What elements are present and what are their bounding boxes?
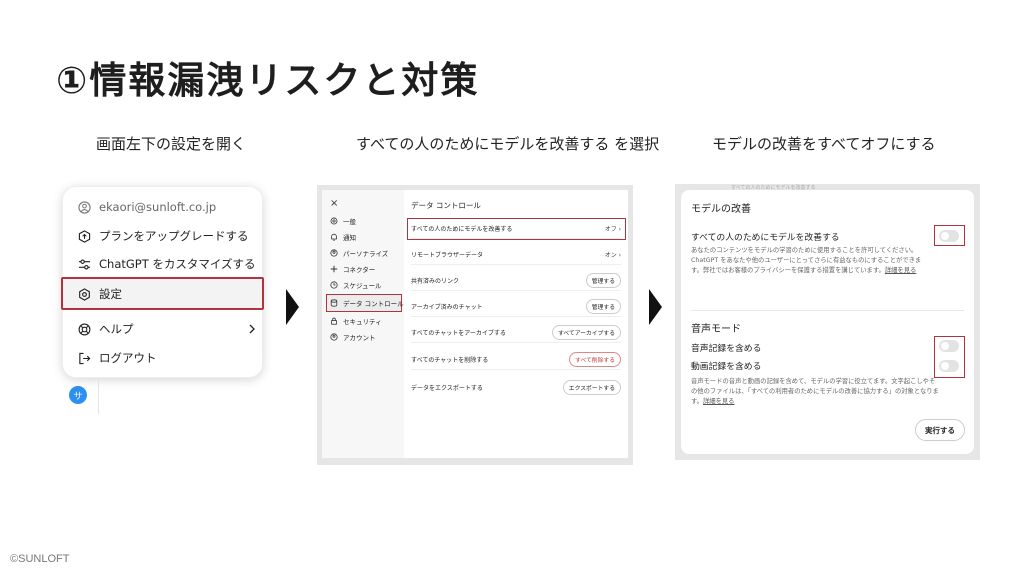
copyright: ©SUNLOFT xyxy=(10,553,70,565)
menu-email-row: ekaori@sunloft.co.jp xyxy=(77,195,216,219)
setting-row-delete-all: すべてのチャットを削除する すべて削除する xyxy=(411,350,621,370)
setting-label: データをエクスポートする xyxy=(411,384,483,392)
setting-label: リモートブラウザーデータ xyxy=(411,252,484,259)
user-icon xyxy=(77,200,91,214)
model-improvement-dialog: モデルの改善 すべての人のためにモデルを改善する あなたのコンテンツをモデルの学… xyxy=(681,190,974,454)
nav-item-personalize[interactable]: パーソナライズ xyxy=(330,247,388,259)
setting-row-remote-browser[interactable]: リモートブラウザーデータ オン › xyxy=(411,245,621,265)
menu-item-settings[interactable]: 設定 xyxy=(77,282,122,306)
voice-record-label: 音声記録を含める xyxy=(691,344,762,354)
database-icon xyxy=(330,299,338,307)
nav-label: パーソナライズ xyxy=(343,250,389,258)
data-controls-screenshot: × 一般 通知 パーソナライズ コネクター スケジュール データ コントロール … xyxy=(317,185,633,465)
help-icon xyxy=(77,322,91,336)
nav-item-schedule[interactable]: スケジュール xyxy=(330,279,382,291)
account-menu: ekaori@sunloft.co.jp プランをアップグレードする ChatG… xyxy=(61,186,264,378)
data-controls-heading: データ コントロール xyxy=(411,201,481,210)
video-record-toggle[interactable] xyxy=(939,360,959,372)
archive-all-button[interactable]: すべてアーカイブする xyxy=(552,325,621,340)
voice-record-toggle[interactable] xyxy=(939,340,959,352)
nav-label: 一般 xyxy=(343,218,356,226)
nav-item-connectors[interactable]: コネクター xyxy=(330,263,375,275)
dialog-title: モデルの改善 xyxy=(691,204,751,215)
model-improvement-screenshot: すべての人のためにモデルを改善する モデルの改善 すべての人のためにモデルを改善… xyxy=(675,184,980,460)
improve-model-toggle[interactable] xyxy=(939,230,959,242)
menu-item-label: ヘルプ xyxy=(99,322,134,336)
arrow-right-icon xyxy=(649,289,662,325)
setting-row-shared-links: 共有済みのリンク 管理する xyxy=(411,271,621,291)
video-record-label: 動画記録を含める xyxy=(691,362,762,372)
bell-icon xyxy=(330,233,338,241)
voice-mode-description: 音声モードの音声と動画の記録を含めて、モデルの学習に役立てます。文字起こしやその… xyxy=(691,377,939,407)
nav-item-notifications[interactable]: 通知 xyxy=(330,231,356,243)
execute-button[interactable]: 実行する xyxy=(915,419,965,441)
improve-model-description: あなたのコンテンツをモデルの学習のために使用することを許可してください。Chat… xyxy=(691,246,931,276)
nav-label: コネクター xyxy=(343,266,376,274)
learn-more-link[interactable]: 詳細を見る xyxy=(703,398,734,405)
setting-label: 共有済みのリンク xyxy=(411,278,460,285)
menu-item-upgrade[interactable]: プランをアップグレードする xyxy=(77,224,249,248)
setting-label: アーカイブ済みのチャット xyxy=(411,304,483,311)
improve-model-label: すべての人のためにモデルを改善する xyxy=(691,233,840,243)
menu-email: ekaori@sunloft.co.jp xyxy=(99,200,217,214)
export-button[interactable]: エクスポートする xyxy=(562,379,621,395)
gear-icon xyxy=(77,287,91,301)
nav-item-data-controls[interactable]: データ コントロール xyxy=(330,297,404,309)
gear-icon xyxy=(330,217,338,225)
menu-item-label: 設定 xyxy=(99,287,122,301)
setting-row-export: データをエクスポートする エクスポートする xyxy=(411,377,621,397)
setting-label: すべてのチャットをアーカイブする xyxy=(411,330,506,337)
delete-all-button[interactable]: すべて削除する xyxy=(569,352,621,367)
nav-label: セキュリティ xyxy=(343,318,382,326)
manage-button[interactable]: 管理する xyxy=(585,273,621,288)
divider xyxy=(691,310,964,311)
setting-value: オン › xyxy=(604,252,621,259)
nav-item-general[interactable]: 一般 xyxy=(330,215,356,227)
menu-item-label: ChatGPT をカスタマイズする xyxy=(99,257,256,271)
nav-item-account[interactable]: アカウント xyxy=(330,331,376,343)
step-3-caption: モデルの改善をすべてオフにする xyxy=(712,135,936,153)
avatar[interactable]: サ xyxy=(69,386,87,404)
voice-mode-title: 音声モード xyxy=(691,324,741,335)
nav-label: データ コントロール xyxy=(343,300,404,308)
learn-more-link[interactable]: 詳細を見る xyxy=(885,267,916,274)
connector-icon xyxy=(330,265,338,273)
setting-label: すべてのチャットを削除する xyxy=(411,357,489,364)
personalize-icon xyxy=(330,249,338,257)
setting-row-archive-all: すべてのチャットをアーカイブする すべてアーカイブする xyxy=(411,323,621,343)
menu-item-label: プランをアップグレードする xyxy=(99,229,249,243)
nav-label: アカウント xyxy=(343,334,376,342)
chevron-right-icon xyxy=(248,317,256,341)
step-1-caption: 画面左下の設定を開く xyxy=(96,135,247,153)
menu-item-help[interactable]: ヘルプ xyxy=(77,317,255,341)
divider xyxy=(98,378,99,414)
upgrade-icon xyxy=(77,229,91,243)
clock-icon xyxy=(330,281,338,289)
nav-label: 通知 xyxy=(343,234,356,242)
lock-icon xyxy=(330,317,338,325)
logout-icon xyxy=(77,351,91,365)
manage-button[interactable]: 管理する xyxy=(585,299,621,314)
arrow-right-icon xyxy=(286,289,299,325)
settings-sidebar: × 一般 通知 パーソナライズ コネクター スケジュール データ コントロール … xyxy=(322,190,404,458)
menu-item-customize[interactable]: ChatGPT をカスタマイズする xyxy=(77,252,256,276)
setting-row-archived-chats: アーカイブ済みのチャット 管理する xyxy=(411,297,621,317)
slide-title: ①情報漏洩リスクと対策 xyxy=(56,59,480,102)
customize-icon xyxy=(77,257,91,271)
setting-label: すべての人のためにモデルを改善する xyxy=(411,226,513,233)
setting-value: オフ › xyxy=(604,226,621,233)
account-icon xyxy=(330,333,338,341)
menu-item-label: ログアウト xyxy=(99,351,157,365)
menu-item-logout[interactable]: ログアウト xyxy=(77,346,157,370)
nav-item-security[interactable]: セキュリティ xyxy=(330,315,382,327)
nav-label: スケジュール xyxy=(343,282,382,290)
setting-row-improve-model[interactable]: すべての人のためにモデルを改善する オフ › xyxy=(411,219,621,239)
step-2-caption: すべての人のためにモデルを改善する を選択 xyxy=(356,135,660,153)
close-icon[interactable]: × xyxy=(330,198,338,209)
